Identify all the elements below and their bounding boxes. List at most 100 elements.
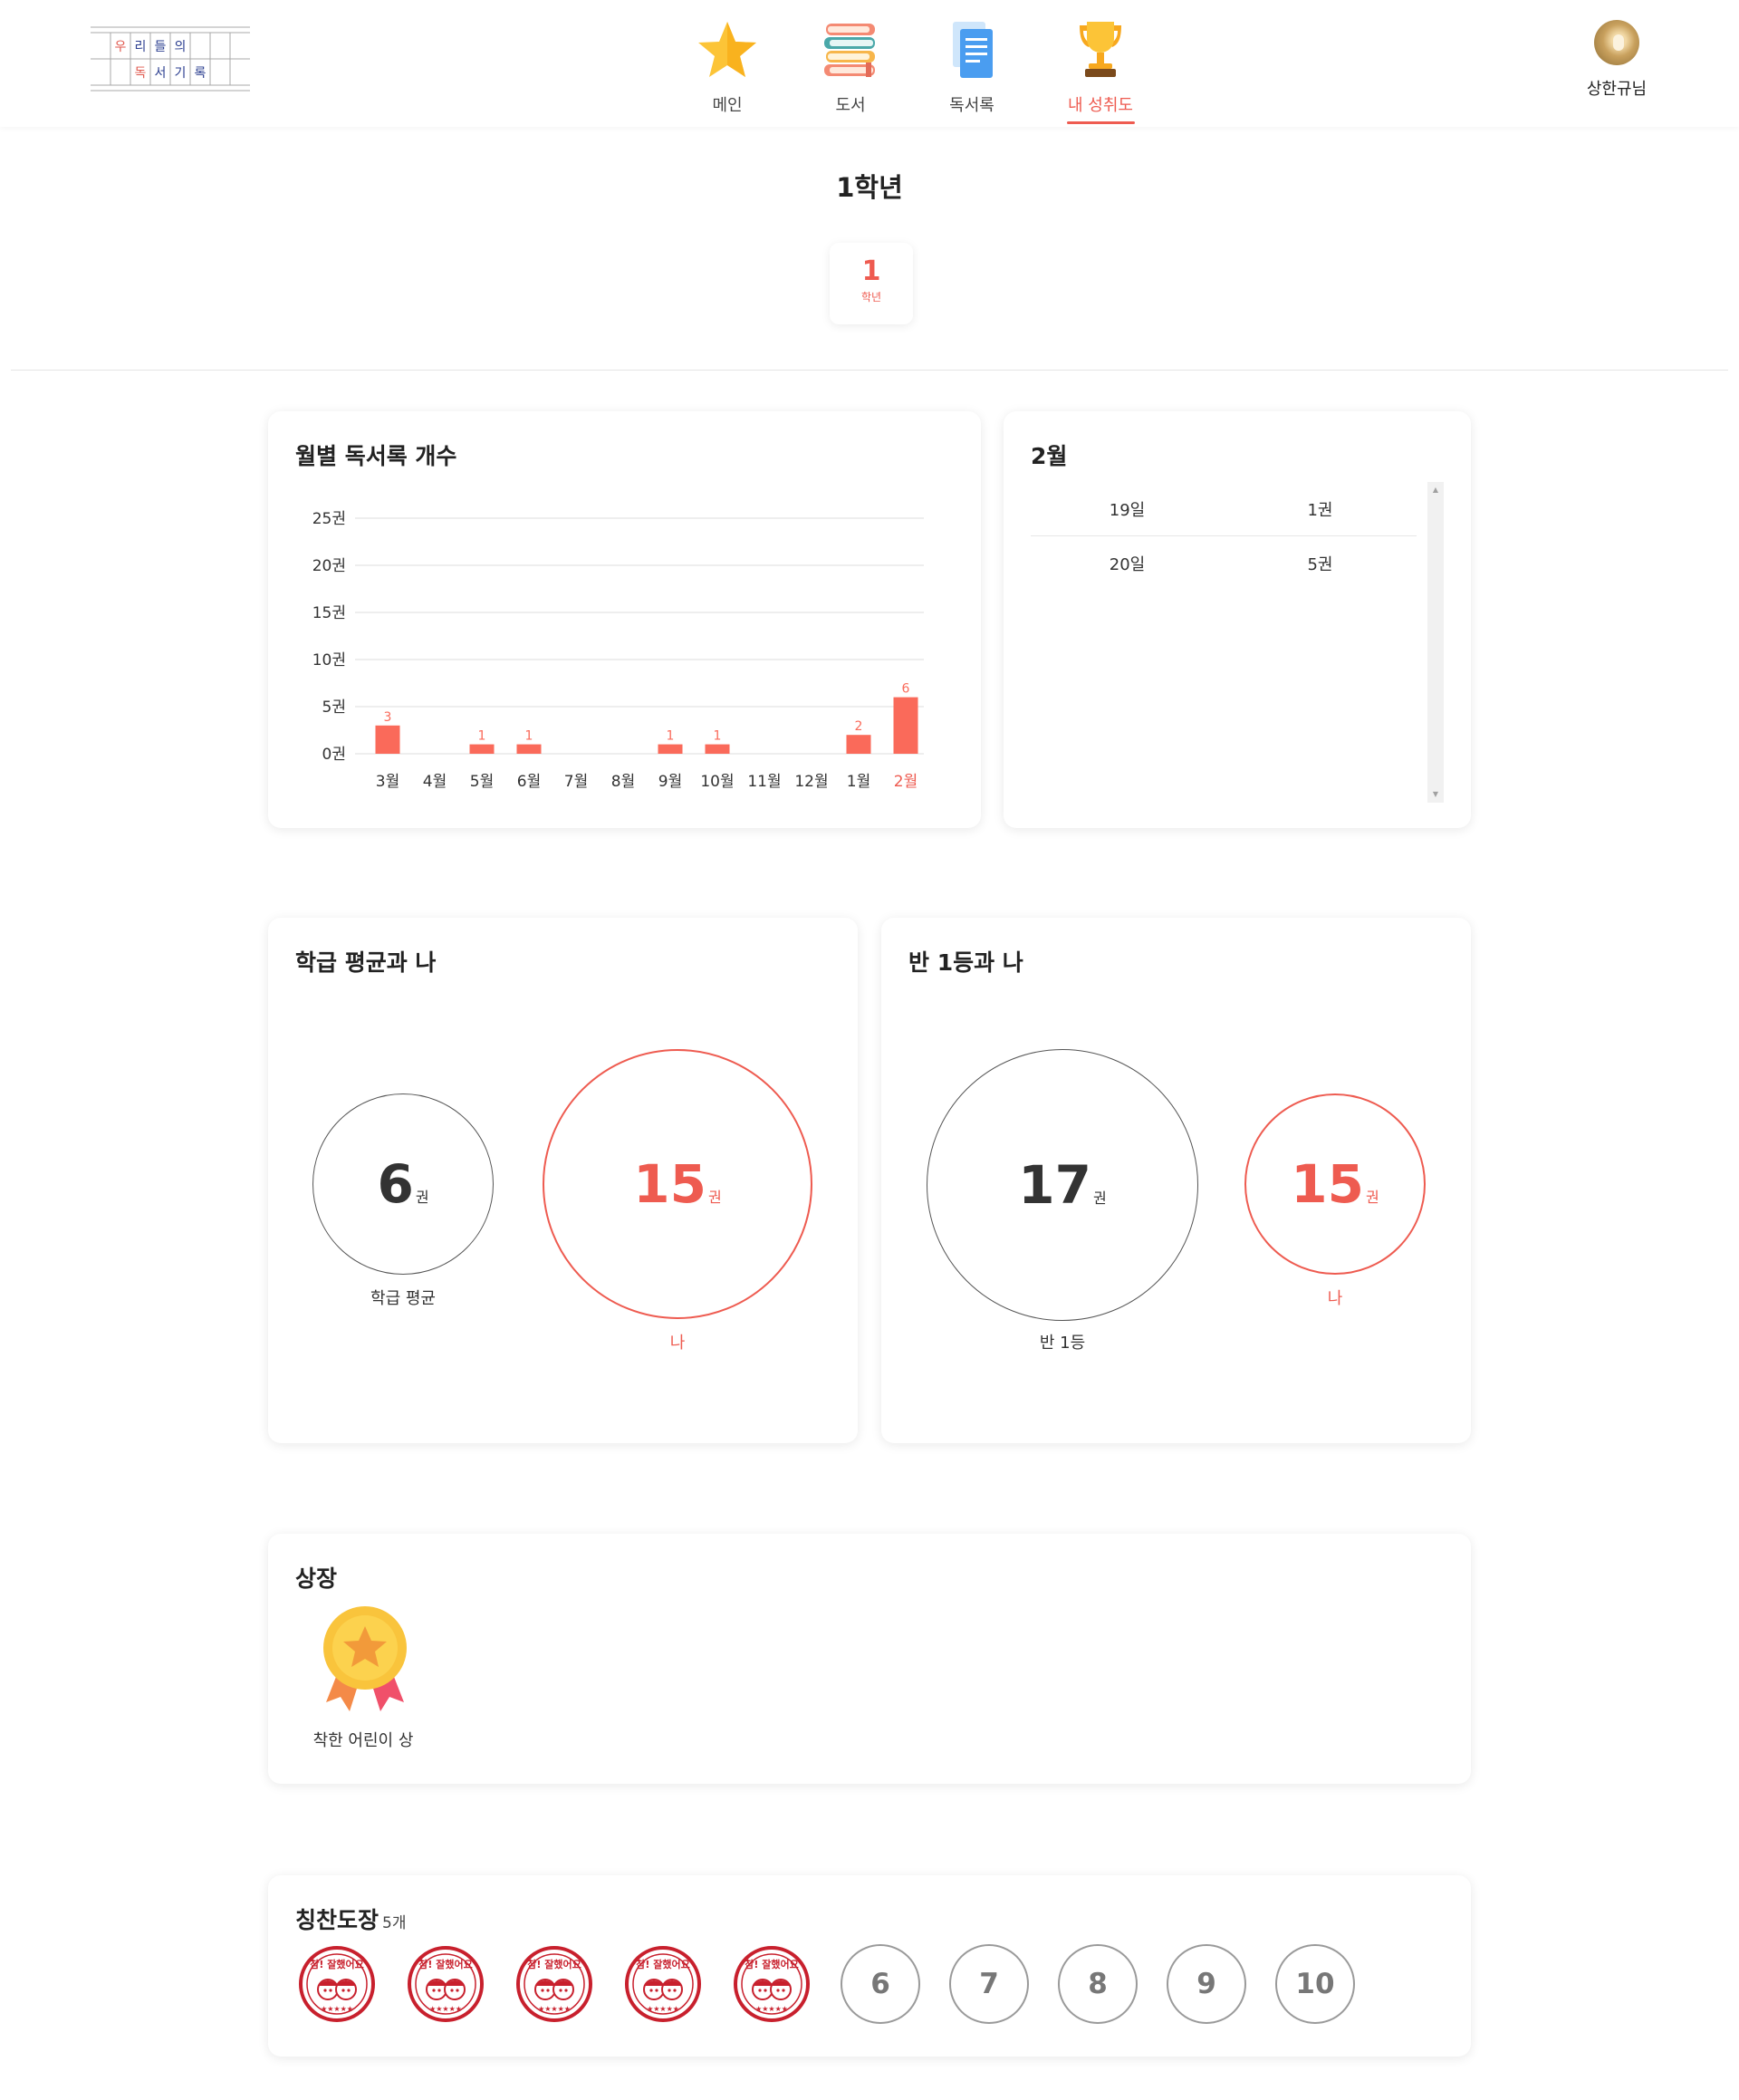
data-label: 1 (714, 729, 722, 744)
bar[interactable] (846, 735, 871, 754)
list-item: 20일 5권 (1031, 536, 1417, 591)
svg-text:참! 잘했어요: 참! 잘했어요 (636, 1958, 689, 1970)
trophy-icon (1080, 22, 1121, 77)
svg-text:참! 잘했어요: 참! 잘했어요 (745, 1958, 798, 1970)
grade-unit: 학년 (860, 291, 882, 303)
svg-text:참! 잘했어요: 참! 잘했어요 (418, 1958, 472, 1970)
scrollbar[interactable]: ▲ ▼ (1427, 482, 1444, 803)
awards-card: 상장 착한 어린이 상 (268, 1534, 1471, 1784)
daily-list[interactable]: 19일 1권 20일 5권 (1031, 482, 1417, 591)
daily-report-card: 2월 19일 1권 20일 5권 ▲ ▼ (1004, 411, 1471, 828)
unit-label: 권 (707, 1189, 722, 1206)
empty-stamp-slot: 8 (1058, 1944, 1138, 2024)
data-label: 1 (478, 729, 486, 744)
class-average-circle: 6권 (312, 1093, 494, 1275)
bar[interactable] (469, 744, 495, 754)
svg-text:★★★★★: ★★★★★ (755, 2005, 788, 2013)
count-cell: 5권 (1307, 555, 1333, 574)
bar[interactable] (893, 697, 918, 754)
unit-label: 권 (1365, 1189, 1379, 1206)
avatar[interactable] (1594, 20, 1639, 65)
x-tick-label[interactable]: 9월 (658, 773, 682, 791)
monthly-report-card: 월별 독서록 개수 0권 5권 10권 15권 20권 25권 3 3월 4월 1 5월 1 6월 7월 8… (268, 411, 981, 828)
card-title: 2월 (1031, 443, 1068, 469)
x-tick-label[interactable]: 3월 (376, 773, 399, 791)
data-label: 1 (667, 729, 675, 744)
empty-stamp-slot: 9 (1167, 1944, 1246, 2024)
svg-text:★★★★★: ★★★★★ (538, 2005, 571, 2013)
praise-stamp-icon: 참! 잘했어요 ★★★★★ (732, 1944, 812, 2024)
monthly-bar-chart: 0권 5권 10권 15권 20권 25권 3 3월 4월 1 5월 1 6월 7월 8월 1 9월 1 10월 11… (312, 510, 924, 791)
class-top-circle: 17 권 (927, 1049, 1198, 1321)
x-tick-label[interactable]: 11월 (747, 773, 781, 791)
class-top-card: 반 1등과 나 17 권 반 1등 15 권 나 (881, 918, 1471, 1443)
top-value: 17 (1018, 1154, 1091, 1216)
card-title: 학급 평균과 나 (295, 949, 437, 976)
x-tick-label[interactable]: 6월 (517, 773, 541, 791)
class-average-label: 학급 평균 (370, 1289, 436, 1308)
data-label: 1 (525, 729, 533, 744)
main-nav: 메인 도서 독서록 내 성취도 (0, 18, 1739, 127)
user-profile[interactable]: 상한규님 (1580, 20, 1653, 100)
nav-active-indicator (1067, 121, 1135, 124)
x-tick-label[interactable]: 4월 (423, 773, 447, 791)
card-title: 상장 (295, 1565, 338, 1592)
x-tick-label[interactable]: 12월 (794, 773, 828, 791)
x-tick-label[interactable]: 7월 (564, 773, 588, 791)
praise-stamp-icon: 참! 잘했어요 ★★★★★ (623, 1944, 703, 2024)
day-cell: 19일 (1109, 500, 1146, 520)
average-value: 6 (377, 1153, 414, 1215)
nav-item-reports[interactable]: 독서록 (922, 18, 1022, 116)
top-header: 우 리 들 의 독 서 기 록 메인 도서 독서록 내 성취도 상한규님 (0, 0, 1739, 127)
unit-label: 권 (415, 1189, 429, 1206)
empty-stamp-slot: 6 (841, 1944, 920, 2024)
x-tick-label[interactable]: 1월 (847, 773, 870, 791)
nav-item-main[interactable]: 메인 (677, 18, 777, 116)
list-item: 19일 1권 (1031, 482, 1417, 536)
nav-label: 내 성취도 (1068, 96, 1133, 115)
y-tick-label: 10권 (312, 651, 346, 669)
books-icon (824, 24, 875, 77)
stamps-count: 5개 (382, 1914, 407, 1932)
x-tick-label[interactable]: 2월 (894, 773, 918, 791)
x-tick-label[interactable]: 10월 (700, 773, 734, 791)
bar[interactable] (705, 744, 730, 754)
x-tick-label[interactable]: 8월 (611, 773, 635, 791)
count-cell: 1권 (1307, 500, 1333, 520)
y-tick-label: 20권 (312, 557, 346, 575)
x-tick-label[interactable]: 5월 (470, 773, 494, 791)
svg-text:참! 잘했어요: 참! 잘했어요 (527, 1958, 581, 1970)
empty-stamp-slot: 7 (949, 1944, 1029, 2024)
data-label: 2 (855, 719, 863, 734)
scroll-up-arrow-icon[interactable]: ▲ (1427, 482, 1444, 498)
stamps-title: 칭찬도장 (295, 1907, 380, 1933)
section-divider (11, 370, 1728, 371)
card-title: 칭찬도장 5개 (295, 1903, 406, 1935)
star-icon (698, 22, 756, 77)
grade-selector-1[interactable]: 1 학년 (830, 243, 913, 324)
svg-text:참! 잘했어요: 참! 잘했어요 (310, 1958, 363, 1970)
award-name: 착한 어린이 상 (312, 1731, 414, 1750)
my-value: 15 (1291, 1153, 1364, 1215)
user-name: 상한규님 (1586, 80, 1648, 99)
nav-item-achievement[interactable]: 내 성취도 (1051, 18, 1150, 116)
bar[interactable] (658, 744, 683, 754)
bar[interactable] (375, 725, 400, 754)
scroll-down-arrow-icon[interactable]: ▼ (1427, 786, 1444, 803)
card-title: 반 1등과 나 (908, 949, 1023, 976)
praise-stamp-icon: 참! 잘했어요 ★★★★★ (297, 1944, 377, 2024)
praise-stamps-card: 칭찬도장 5개 참! 잘했어요 ★★★★★ 참! 잘했어요 ★★★★★ 참! 잘했어요 ★★… (268, 1875, 1471, 2057)
data-label: 3 (384, 710, 392, 725)
nav-label: 도서 (835, 96, 866, 115)
bar[interactable] (516, 744, 542, 754)
y-tick-label: 25권 (312, 510, 346, 528)
unit-label: 권 (1092, 1190, 1107, 1207)
y-tick-label: 5권 (322, 698, 346, 717)
day-cell: 20일 (1109, 555, 1146, 574)
grade-number: 1 (861, 255, 881, 287)
nav-item-books[interactable]: 도서 (801, 18, 900, 116)
data-label: 6 (902, 682, 910, 697)
medal-icon[interactable] (315, 1604, 415, 1713)
my-label: 나 (669, 1334, 686, 1353)
svg-text:★★★★★: ★★★★★ (647, 2005, 679, 2013)
